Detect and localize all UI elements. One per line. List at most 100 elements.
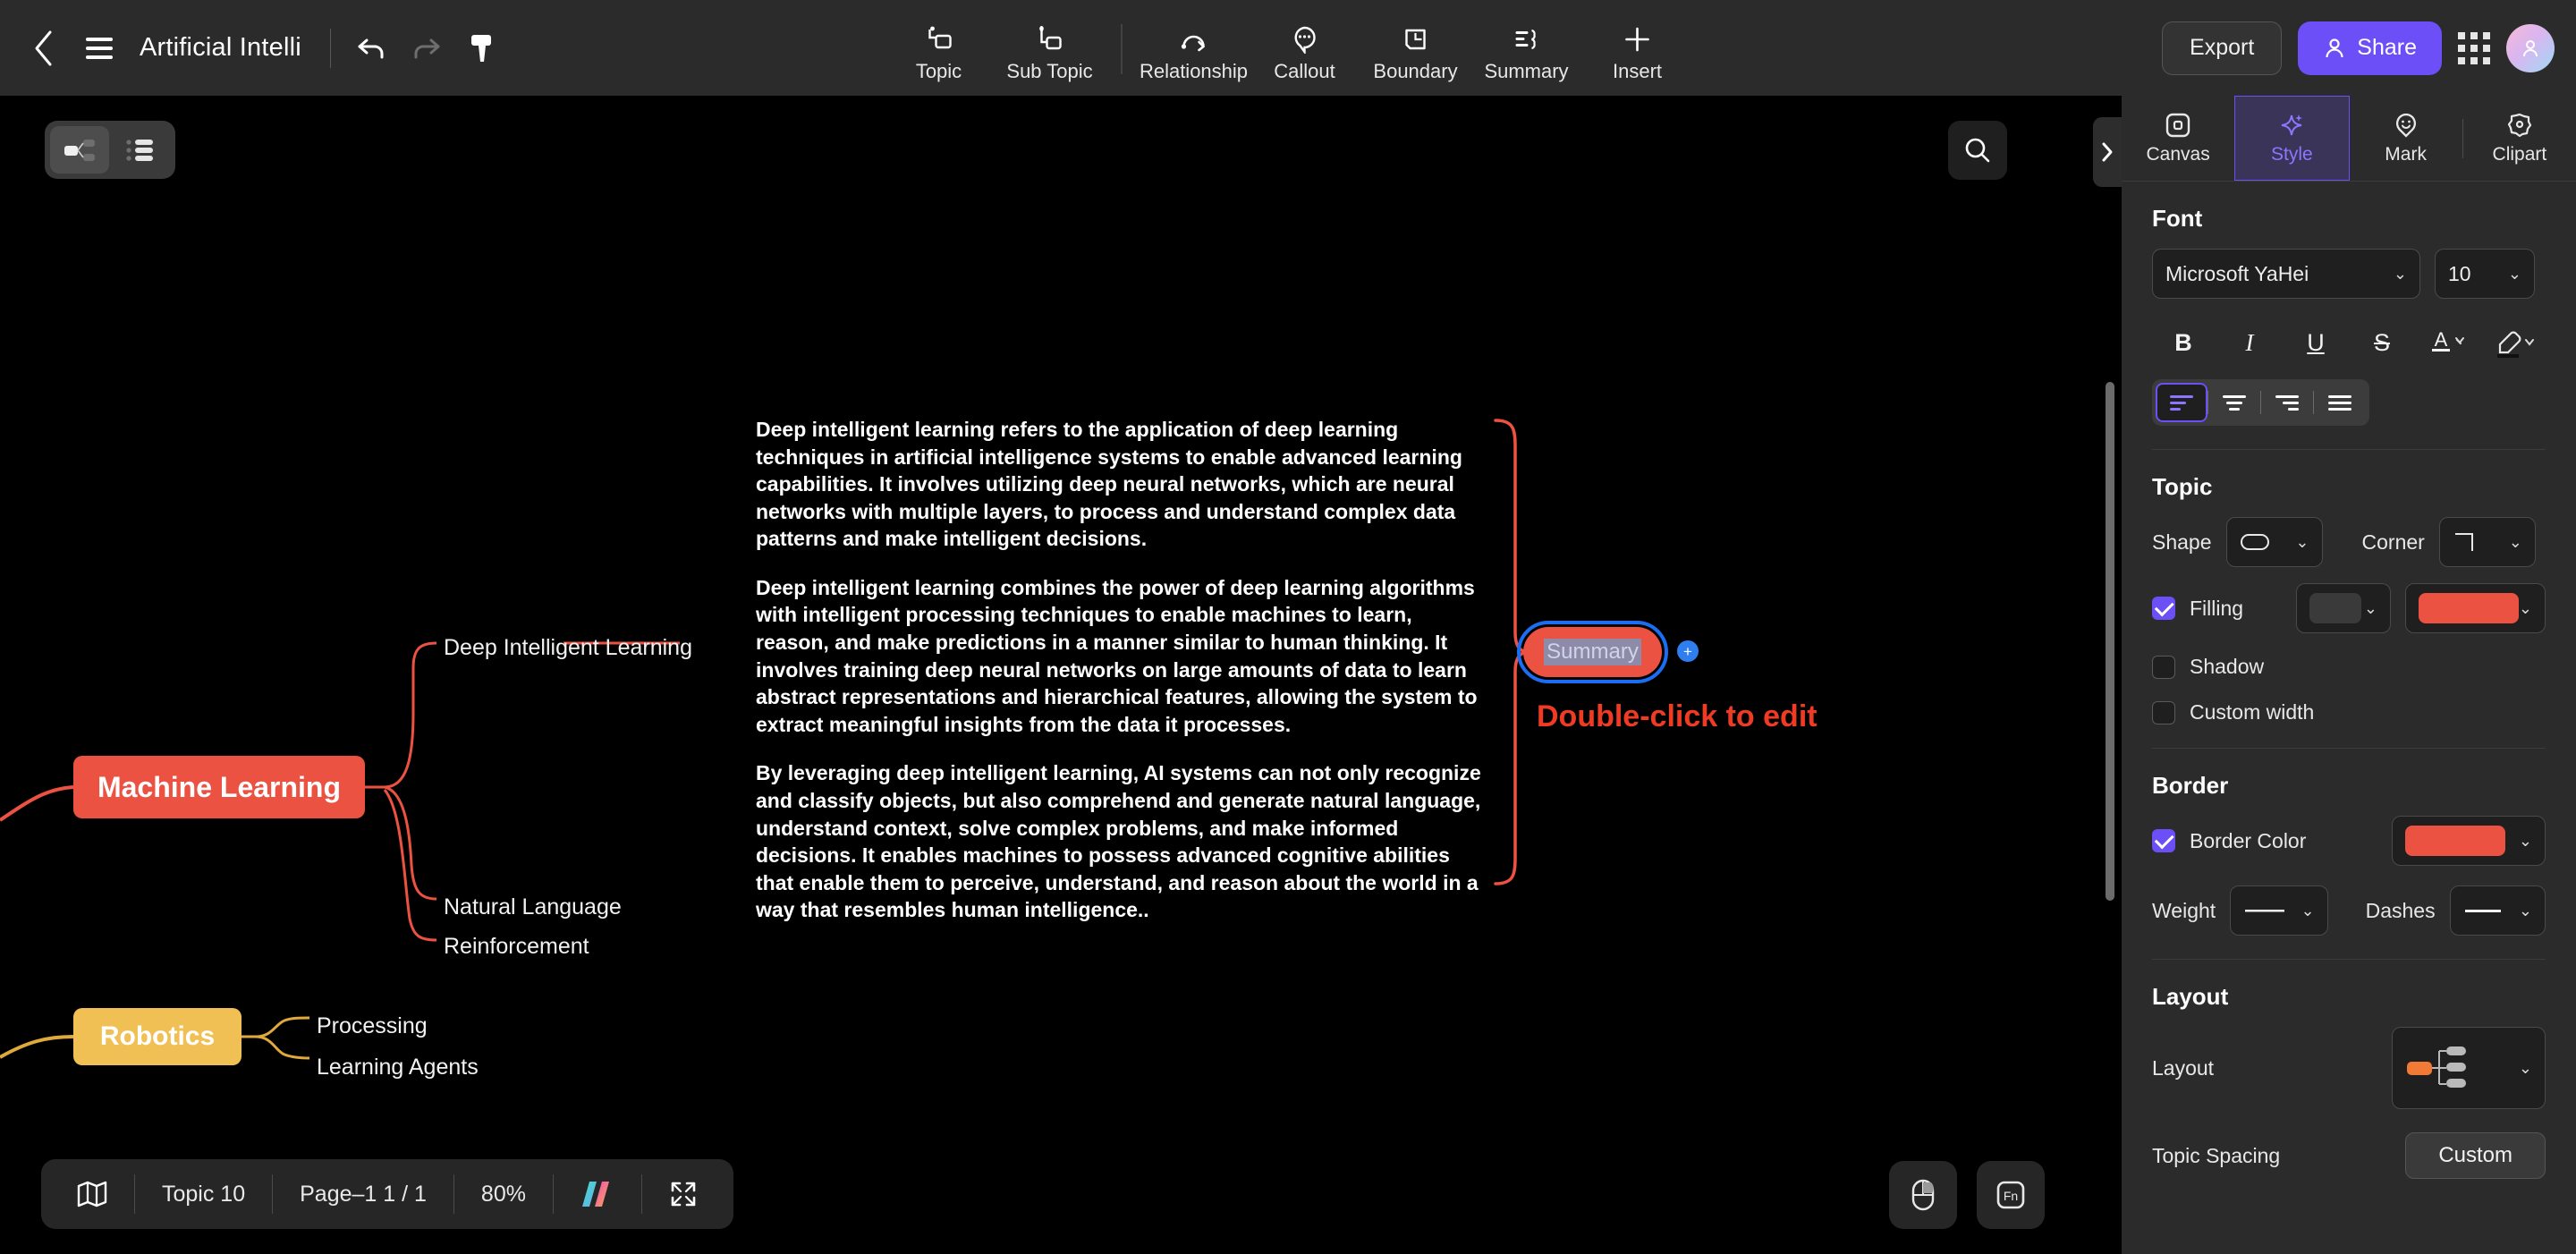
align-right-button[interactable] <box>2261 383 2313 422</box>
fn-shortcut-button[interactable]: Fn <box>1977 1161 2045 1229</box>
shape-label: Shape <box>2152 530 2212 554</box>
summary-node[interactable]: Summary <box>1517 621 1668 683</box>
border-color-select[interactable]: ⌄ <box>2392 816 2546 866</box>
fullscreen-button[interactable] <box>642 1173 724 1216</box>
fn-key-icon: Fn <box>1996 1181 2025 1209</box>
weight-label: Weight <box>2152 898 2216 922</box>
tool-summary[interactable]: Summary <box>1471 24 1582 87</box>
mouse-shortcut-button[interactable] <box>1889 1161 1957 1229</box>
fullscreen-icon <box>671 1182 696 1207</box>
tool-topic[interactable]: Topic <box>884 24 995 87</box>
tab-style[interactable]: Style <box>2234 96 2350 181</box>
chevron-down-icon: ⌄ <box>2507 264 2521 283</box>
svg-text:Fn: Fn <box>2004 1189 2018 1203</box>
section-divider <box>2152 449 2546 450</box>
panel-collapse-button[interactable] <box>2093 117 2122 187</box>
shadow-label: Shadow <box>2190 655 2265 678</box>
node-reinforcement[interactable]: Reinforcement <box>444 934 589 960</box>
tool-sub-topic[interactable]: Sub Topic <box>995 24 1106 87</box>
tab-mark[interactable]: Mark <box>2350 96 2462 181</box>
node-deep-intelligent-learning[interactable]: Deep Intelligent Learning <box>444 635 692 661</box>
topic-count[interactable]: Topic 10 <box>135 1173 272 1216</box>
user-avatar-icon <box>2523 39 2538 56</box>
page-indicator[interactable]: Page–1 1 / 1 <box>273 1173 453 1216</box>
mindmap-canvas[interactable]: Machine Learning Robotics Deep Intellige… <box>0 96 2122 1254</box>
font-family-select[interactable]: Microsoft YaHei ⌄ <box>2152 249 2420 299</box>
border-section-title: Border <box>2152 772 2229 799</box>
node-learning-agents[interactable]: Learning Agents <box>317 1055 479 1080</box>
summary-icon <box>1513 24 1541 55</box>
tool-callout[interactable]: Callout <box>1250 24 1360 87</box>
plus-icon <box>1623 24 1652 55</box>
mindmap-view-icon <box>64 139 95 161</box>
chevron-down-icon: ⌄ <box>2393 264 2407 283</box>
tool-relationship[interactable]: Relationship <box>1139 24 1250 87</box>
relationship-icon <box>1179 24 1209 55</box>
highlight-color-button[interactable] <box>2490 320 2538 365</box>
align-justify-icon <box>2328 395 2351 411</box>
avatar[interactable] <box>2506 23 2555 72</box>
back-button[interactable] <box>16 21 72 76</box>
custom-width-checkbox[interactable] <box>2152 700 2175 724</box>
format-painter-button[interactable] <box>454 21 510 76</box>
dashes-select[interactable]: ⌄ <box>2449 885 2546 936</box>
node-robotics[interactable]: Robotics <box>73 1008 242 1065</box>
node-natural-language[interactable]: Natural Language <box>444 894 622 920</box>
border-color-checkbox[interactable] <box>2152 829 2175 852</box>
map-icon <box>77 1181 107 1207</box>
search-button[interactable] <box>1948 121 2007 180</box>
brand-logo-button[interactable] <box>554 1173 641 1216</box>
menu-button[interactable] <box>72 21 127 76</box>
document-title[interactable]: Artificial Intelli <box>140 33 301 63</box>
strikethrough-button[interactable]: S <box>2358 320 2406 365</box>
italic-button[interactable]: I <box>2225 320 2274 365</box>
zoom-level[interactable]: 80% <box>454 1173 553 1216</box>
export-button[interactable]: Export <box>2162 21 2283 75</box>
bold-button[interactable]: B <box>2159 320 2207 365</box>
tab-style-label: Style <box>2271 143 2313 165</box>
minimap-button[interactable] <box>50 1173 134 1216</box>
weight-select[interactable]: ⌄ <box>2230 885 2328 936</box>
node-processing[interactable]: Processing <box>317 1013 428 1039</box>
layout-section-title: Layout <box>2152 983 2229 1010</box>
tool-boundary[interactable]: Boundary <box>1360 24 1471 87</box>
corner-select[interactable]: ⌄ <box>2438 517 2536 567</box>
topic-icon <box>925 24 953 55</box>
tool-insert[interactable]: Insert <box>1582 24 1693 87</box>
filling-checkbox[interactable] <box>2152 597 2175 620</box>
svg-text:A: A <box>2435 328 2448 351</box>
hamburger-menu-icon <box>86 37 113 59</box>
node-robotics-label: Robotics <box>99 1021 216 1051</box>
node-machine-learning[interactable]: Machine Learning <box>73 756 365 818</box>
shape-select[interactable]: ⌄ <box>2225 517 2323 567</box>
align-center-button[interactable] <box>2208 383 2260 422</box>
align-justify-button[interactable] <box>2314 383 2366 422</box>
font-size-select[interactable]: 10 ⌄ <box>2435 249 2535 299</box>
filling-color-select[interactable]: ⌄ <box>2404 583 2546 633</box>
topic-body-text[interactable]: Deep intelligent learning refers to the … <box>756 416 1489 924</box>
format-painter-icon <box>470 34 491 62</box>
view-toggle-outline[interactable] <box>111 126 170 174</box>
undo-button[interactable] <box>343 21 399 76</box>
underline-button[interactable]: U <box>2292 320 2340 365</box>
shadow-checkbox[interactable] <box>2152 655 2175 679</box>
add-child-button[interactable]: + <box>1677 640 1699 662</box>
topic-spacing-button[interactable]: Custom <box>2405 1132 2546 1179</box>
panel-scrollbar[interactable] <box>2106 382 2114 901</box>
header-right-group: Export Share <box>2162 0 2555 96</box>
callout-icon <box>1292 24 1318 55</box>
mark-pin-icon <box>2395 113 2416 138</box>
align-left-button[interactable] <box>2156 383 2207 422</box>
text-color-button[interactable]: A <box>2424 320 2472 365</box>
filling-gradient-select[interactable]: ⌄ <box>2296 583 2391 633</box>
view-toggle-mindmap[interactable] <box>50 126 109 174</box>
tab-canvas[interactable]: Canvas <box>2122 96 2234 181</box>
status-bar: Topic 10 Page–1 1 / 1 80% <box>41 1159 733 1229</box>
layout-select[interactable]: ⌄ <box>2392 1027 2546 1109</box>
tab-clipart[interactable]: Clipart <box>2463 96 2576 181</box>
redo-button[interactable] <box>399 21 454 76</box>
font-family-value: Microsoft YaHei <box>2165 261 2309 285</box>
body-paragraph-1: Deep intelligent learning refers to the … <box>756 418 1462 551</box>
share-button[interactable]: Share <box>2298 21 2442 75</box>
apps-grid-icon[interactable] <box>2458 31 2490 64</box>
